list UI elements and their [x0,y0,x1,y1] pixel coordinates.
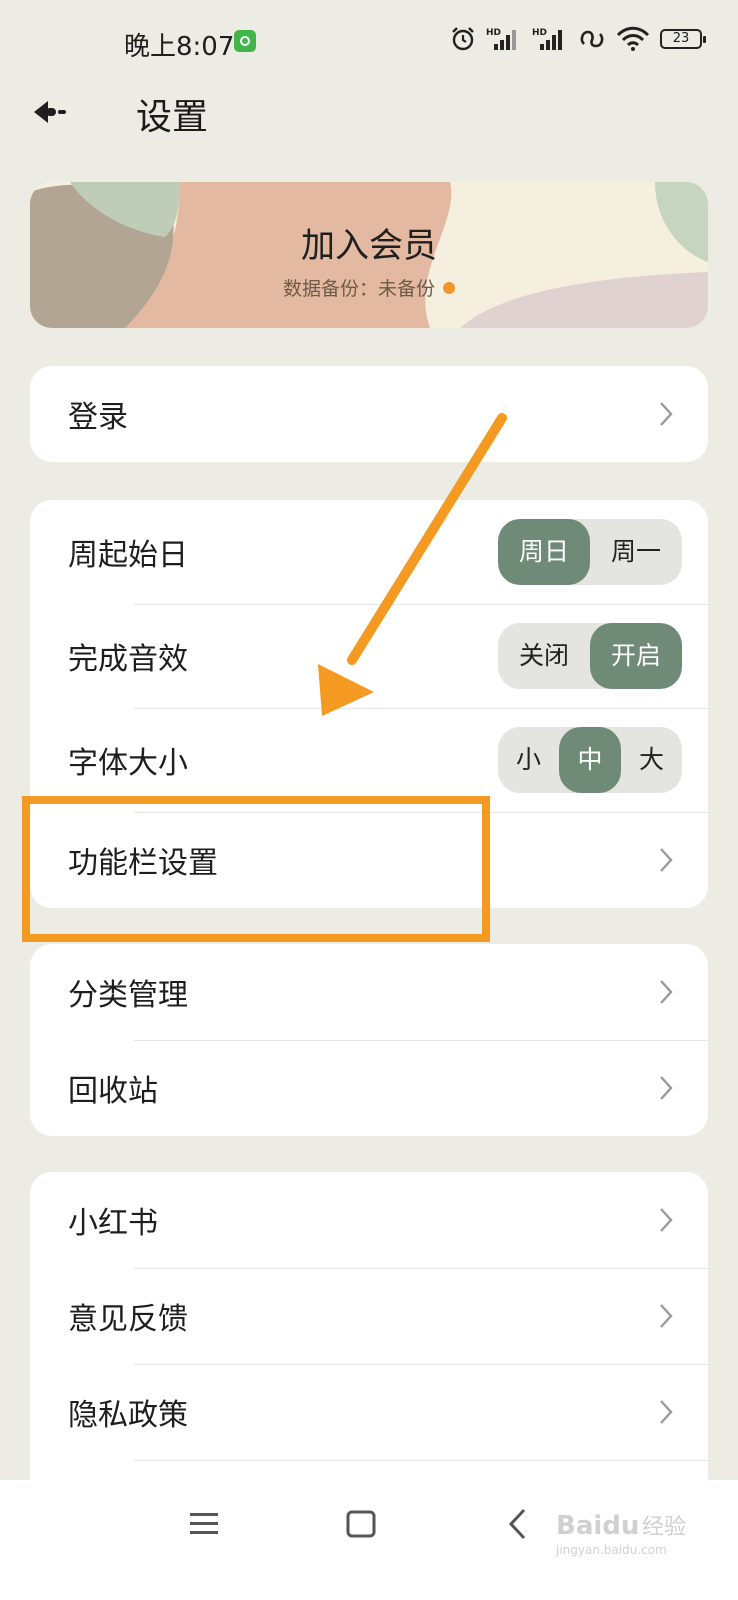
font-size-label: 字体大小 [68,746,188,781]
status-time: 晚上8:07 [124,32,235,62]
page-title: 设置 [136,97,209,138]
week-start-option-monday[interactable]: 周一 [590,519,682,585]
signal-hd-icon: HD [532,28,562,50]
category-management-label: 分类管理 [68,978,188,1013]
wifi-icon [616,26,650,51]
week-start-item: 周起始日 周日 周一 [30,500,708,604]
sound-option-off[interactable]: 关闭 [498,623,590,689]
completion-sound-toggle[interactable]: 关闭 开启 [498,623,682,689]
chevron-right-icon [660,980,673,1004]
privacy-policy-label: 隐私政策 [68,1398,188,1433]
annotation-highlight-box [22,796,490,942]
feedback-label: 意见反馈 [68,1302,188,1337]
week-start-label: 周起始日 [68,538,188,573]
back-icon[interactable] [506,1506,528,1542]
app-notification-icon [234,30,256,52]
banner-title: 加入会员 [301,226,437,266]
battery-icon: 23 [660,29,706,49]
week-start-toggle[interactable]: 周日 周一 [498,519,682,585]
login-card: 登录 [30,366,708,462]
sound-option-on[interactable]: 开启 [590,623,682,689]
divider [134,1460,708,1461]
svg-text:HD: HD [532,28,547,38]
category-management-item[interactable]: 分类管理 [30,944,708,1040]
font-size-option-medium[interactable]: 中 [559,727,621,793]
chevron-right-icon [660,848,673,872]
chevron-right-icon [660,1076,673,1100]
baidu-jingyan-watermark: Baidu 经验 jingyan.baidu.com [556,1511,686,1557]
login-label: 登录 [68,400,128,435]
chevron-right-icon [660,1208,673,1232]
chevron-right-icon [660,1400,673,1424]
recycle-bin-label: 回收站 [68,1074,158,1109]
font-size-option-small[interactable]: 小 [498,727,559,793]
member-banner[interactable]: 加入会员 数据备份：未备份 [30,182,708,328]
feedback-item[interactable]: 意见反馈 [30,1268,708,1364]
login-item[interactable]: 登录 [30,366,708,462]
backup-status: 数据备份：未备份 [30,274,708,301]
watermark-text: 经验 [642,1515,686,1540]
menu-icon[interactable] [190,1508,218,1540]
week-start-option-sunday[interactable]: 周日 [498,519,590,585]
font-size-toggle[interactable]: 小 中 大 [498,727,682,793]
xiaohongshu-item[interactable]: 小红书 [30,1172,708,1268]
back-arrow-icon[interactable] [30,90,80,134]
watermark-brand: Baidu [556,1511,639,1541]
completion-sound-label: 完成音效 [68,642,188,677]
home-icon[interactable] [346,1508,376,1540]
link-icon [580,30,604,48]
status-icons: HD HD 23 [450,26,706,52]
signal-hd-icon: HD [486,28,516,50]
svg-text:HD: HD [486,28,501,38]
chevron-right-icon [660,1304,673,1328]
about-card: 小红书 意见反馈 隐私政策 [30,1172,708,1512]
alarm-icon [452,27,474,51]
font-size-option-large[interactable]: 大 [621,727,682,793]
completion-sound-item: 完成音效 关闭 开启 [30,604,708,708]
recycle-bin-item[interactable]: 回收站 [30,1040,708,1136]
backup-status-dot [443,282,455,294]
chevron-right-icon [660,402,673,426]
privacy-policy-item[interactable]: 隐私政策 [30,1364,708,1460]
backup-status-text: 数据备份：未备份 [282,278,435,300]
xiaohongshu-label: 小红书 [68,1206,158,1241]
watermark-url: jingyan.baidu.com [556,1543,667,1557]
manage-card: 分类管理 回收站 [30,944,708,1136]
